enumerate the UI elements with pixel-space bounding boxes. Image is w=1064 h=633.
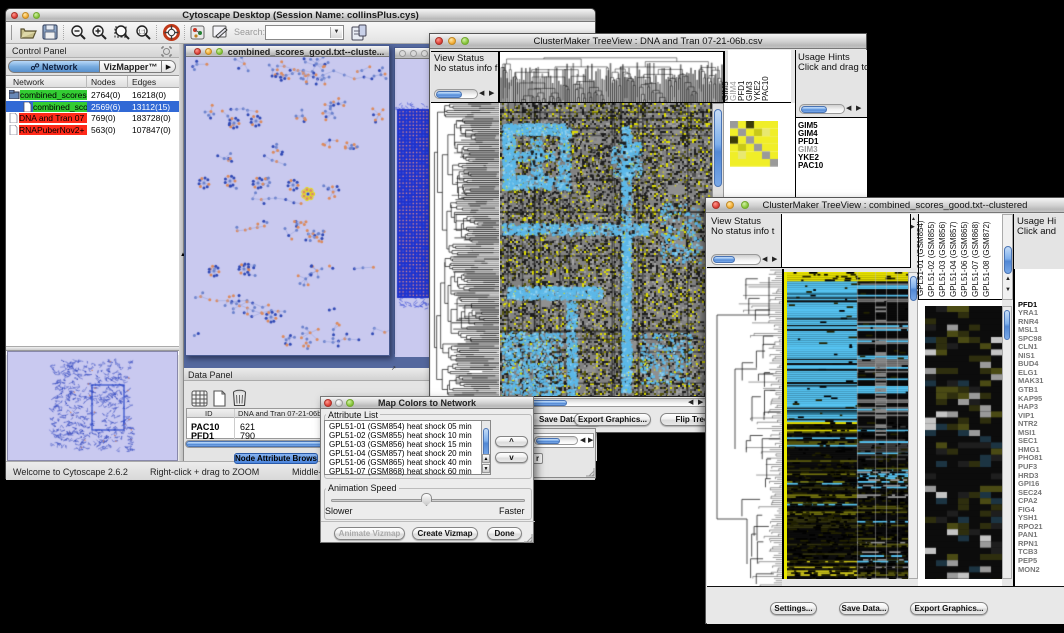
svg-text:1:1: 1:1	[138, 29, 146, 35]
